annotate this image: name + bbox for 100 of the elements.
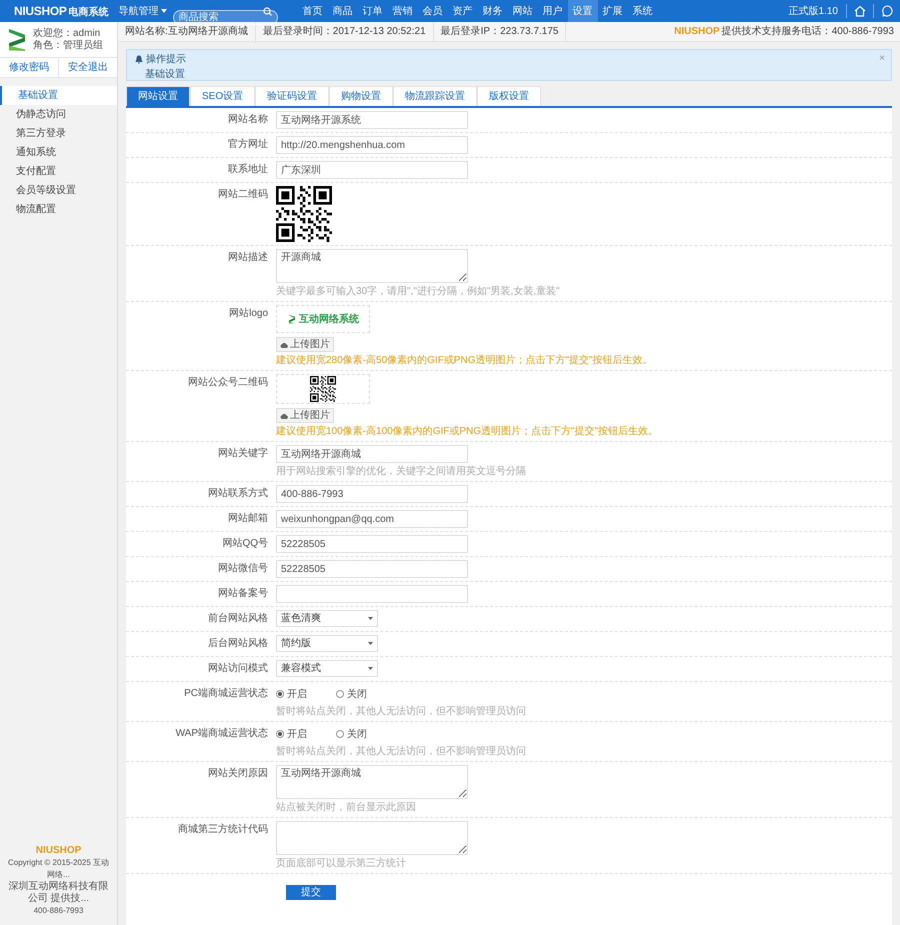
text-input[interactable]: weixunhongpan@qq.com	[276, 510, 468, 528]
tab[interactable]: 验证码设置	[255, 86, 330, 106]
field-label: 网站QQ号	[221, 536, 269, 551]
radio-button[interactable]	[336, 730, 344, 738]
radio-option[interactable]: 关闭	[336, 726, 396, 742]
field-label: 商城第三方统计代码	[177, 822, 269, 837]
field-label: PC端商城运营状态	[183, 686, 269, 701]
text-input[interactable]: 互动网络开源商城	[276, 445, 468, 463]
hint-text: 暂时将站点关闭，其他人无法访问，但不影响管理员访问	[276, 746, 526, 758]
sidebar-item[interactable]: 伪静态访问	[0, 105, 117, 124]
hint-text: 用于网站搜索引擎的优化，关键字之间请用英文逗号分隔	[276, 466, 526, 478]
text-area[interactable]: 开源商城	[276, 249, 468, 283]
select-dropdown[interactable]: 蓝色清爽	[276, 610, 378, 627]
sidebar-button[interactable]: 修改密码	[0, 58, 59, 77]
upload-button[interactable]: 上传图片	[276, 408, 334, 423]
nav-item[interactable]: 扩展	[598, 0, 628, 22]
role-text: 角色：管理员组	[33, 40, 103, 52]
brand-logo: NIUSHOP	[674, 25, 720, 39]
radio-option[interactable]: 关闭	[336, 686, 396, 702]
copyright-text: Copyright © 2015-2025 互动网络...	[6, 857, 110, 880]
tab[interactable]: 版权设置	[477, 86, 542, 106]
brand-logo: NIUSHOP	[14, 3, 67, 20]
search-icon	[262, 6, 272, 16]
text-input[interactable]: 互动网络开源系统	[276, 111, 468, 129]
hint-text: 关键字最多可输入30字，请用","进行分隔，例如"男装,女装,童装"	[276, 286, 560, 298]
sidebar-item[interactable]: 通知系统	[0, 143, 117, 162]
field-label: WAP端商城运营状态	[174, 726, 269, 741]
field-label: 网站联系方式	[207, 486, 269, 501]
radio-option[interactable]: 开启	[276, 726, 336, 742]
qr-code-drawing	[276, 186, 332, 242]
text-input[interactable]: 52228505	[276, 560, 468, 578]
field-label: 网站logo	[228, 306, 269, 321]
select-dropdown[interactable]: 兼容模式	[276, 660, 378, 677]
nav-item[interactable]: 设置	[568, 0, 598, 22]
sidebar-item[interactable]: 基础设置	[0, 86, 117, 105]
submit-button[interactable]: 提交	[286, 885, 336, 900]
field-label: 网站二维码	[217, 188, 269, 202]
select-dropdown[interactable]: 简约版	[276, 635, 378, 652]
radio-button[interactable]	[336, 690, 344, 698]
field-label: 网站描述	[227, 250, 269, 265]
field-label: 后台网站风格	[207, 636, 269, 651]
notice-title: 操作提示	[146, 53, 186, 67]
field-label: 网站名称	[227, 112, 269, 127]
nav-item[interactable]: 系统	[628, 0, 658, 22]
field-label: 网站备案号	[217, 586, 269, 601]
tab[interactable]: 物流跟踪设置	[393, 86, 478, 106]
text-input[interactable]: 400-886-7993	[276, 485, 468, 503]
info-text: 最后登录时间：2017-12-13 20:52:21	[256, 22, 434, 42]
logo-text: 互动网络系统	[299, 312, 359, 326]
brand-subtitle: 电商系统	[68, 5, 109, 20]
nav-item[interactable]: 网站	[508, 0, 538, 22]
text-area[interactable]: 互动网络开源商城	[276, 765, 468, 799]
nav-item[interactable]: 订单	[358, 0, 388, 22]
sidebar-item[interactable]: 会员等级设置	[0, 181, 117, 200]
text-input[interactable]: 广东深圳	[276, 161, 468, 179]
sidebar-item[interactable]: 物流配置	[0, 200, 117, 219]
caret-icon	[368, 642, 373, 645]
home-icon	[854, 5, 866, 17]
radio-option[interactable]: 开启	[276, 686, 336, 702]
tab[interactable]: SEO设置	[190, 86, 256, 106]
sidebar-item[interactable]: 支付配置	[0, 162, 117, 181]
hint-text: 建议使用宽100像素-高100像素内的GIF或PNG透明图片；点击下方"提交"按钮后生效。	[276, 426, 658, 438]
text-input[interactable]: http://20.mengshenhua.com	[276, 136, 468, 154]
field-label: 网站微信号	[217, 562, 269, 576]
tab[interactable]: 购物设置	[329, 86, 394, 106]
nav-item[interactable]: 资产	[448, 0, 478, 22]
field-label: 网站公众号二维码	[187, 376, 269, 390]
upload-button[interactable]: 上传图片	[276, 337, 334, 352]
radio-button[interactable]	[276, 730, 284, 738]
version-label: 正式版1.10	[788, 4, 838, 18]
field-label: 网站关键字	[217, 446, 269, 461]
support-text: 提供技术支持服务电话：400-886-7993	[722, 24, 894, 39]
nav-item[interactable]: 营销	[388, 0, 418, 22]
welcome-text: 欢迎您：admin	[33, 28, 102, 40]
logo-icon	[287, 313, 297, 325]
radio-button[interactable]	[276, 690, 284, 698]
caret-icon	[160, 9, 167, 13]
nav-dropdown[interactable]: 导航管理	[118, 4, 167, 18]
caret-icon	[368, 617, 373, 620]
bell-icon	[135, 55, 143, 64]
nav-item[interactable]: 财务	[478, 0, 508, 22]
logo-icon	[7, 26, 27, 52]
caret-icon	[368, 667, 373, 670]
hint-text: 建议使用宽280像素-高50像素内的GIF或PNG透明图片；点击下方"提交"按钮后生效。	[276, 355, 653, 367]
hint-text: 站点被关闭时，前台显示此原因	[276, 802, 416, 814]
nav-item[interactable]: 会员	[418, 0, 448, 22]
sidebar-button[interactable]: 安全退出	[59, 58, 117, 77]
nav-item[interactable]: 用户	[538, 0, 568, 22]
nav-item[interactable]: 首页	[298, 0, 328, 22]
text-input[interactable]	[276, 585, 468, 603]
info-text: 网站名称:互动网络开源商城	[118, 22, 256, 42]
field-label: 联系地址	[227, 162, 269, 177]
tab[interactable]: 网站设置	[126, 86, 190, 106]
nav-item[interactable]: 商品	[328, 0, 358, 22]
cloud-icon	[280, 412, 288, 418]
text-input[interactable]: 52228505	[276, 535, 468, 553]
sidebar-item[interactable]: 第三方登录	[0, 124, 117, 143]
chat-icon	[881, 5, 893, 17]
footer-logo: NIUSHOP	[36, 845, 82, 857]
info-text: 最后登录IP：223.73.7.175	[434, 22, 566, 42]
